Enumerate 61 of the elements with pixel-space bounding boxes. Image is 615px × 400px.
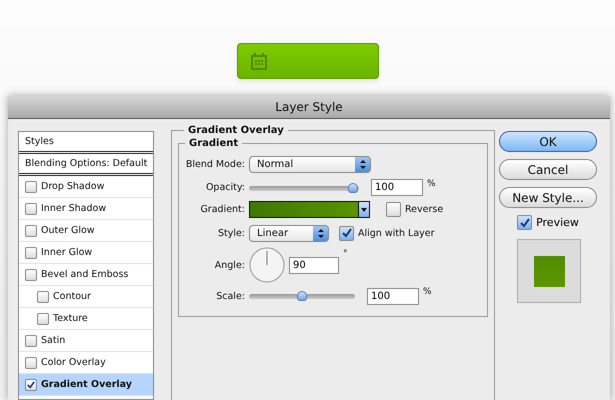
- gradient-picker[interactable]: [249, 201, 370, 218]
- blend-mode-select[interactable]: Normal: [249, 156, 371, 173]
- group-title: Gradient: [188, 138, 240, 149]
- checkbox[interactable]: [37, 290, 49, 302]
- style-label: Inner Shadow: [41, 203, 106, 214]
- checkbox-label: Reverse: [405, 204, 444, 215]
- style-label: Blending Options: Default: [25, 158, 148, 169]
- scale-input[interactable]: 100: [367, 288, 419, 304]
- field-label: Style:: [216, 228, 245, 238]
- slider-thumb[interactable]: [297, 291, 307, 301]
- style-label: Inner Glow: [41, 247, 92, 258]
- field-label: Blend Mode:: [184, 159, 245, 170]
- preview-swatch: [517, 239, 581, 303]
- style-label: Texture: [53, 313, 88, 324]
- window-title: Layer Style: [8, 96, 610, 119]
- checkbox-label: Preview: [536, 216, 579, 229]
- opacity-slider[interactable]: [249, 182, 359, 194]
- checkbox[interactable]: [25, 246, 37, 258]
- checkbox[interactable]: [25, 378, 37, 390]
- stepper-icon: [360, 160, 366, 169]
- checkbox[interactable]: [25, 180, 37, 192]
- field-label: Scale:: [215, 290, 245, 302]
- calendar-icon: [250, 52, 268, 70]
- dialog-button[interactable]: Cancel: [499, 159, 597, 180]
- style-label: Contour: [53, 291, 91, 302]
- stepper-icon: [318, 228, 324, 238]
- checkbox[interactable]: [25, 334, 37, 346]
- unit-label: %: [427, 179, 436, 189]
- style-label: Satin: [41, 335, 66, 346]
- checkbox[interactable]: [517, 215, 532, 230]
- checkbox[interactable]: [37, 312, 49, 324]
- checkbox[interactable]: [386, 202, 401, 217]
- style-label: Drop Shadow: [41, 181, 104, 192]
- style-label: Gradient Overlay: [41, 379, 132, 390]
- checkbox[interactable]: [25, 202, 37, 214]
- section-title: Gradient Overlay: [187, 125, 285, 136]
- field-label: Opacity:: [204, 182, 245, 193]
- dialog-button[interactable]: OK: [499, 131, 597, 152]
- checkbox-label: Align with Layer: [358, 228, 435, 238]
- checkbox[interactable]: [25, 356, 37, 368]
- style-label: Styles: [25, 136, 54, 147]
- style-label: Bevel and Emboss: [41, 269, 128, 280]
- dialog-button[interactable]: New Style...: [499, 187, 597, 208]
- checkbox[interactable]: [25, 268, 37, 280]
- style-label: Outer Glow: [41, 225, 95, 236]
- unit-label: °: [343, 249, 348, 259]
- opacity-input[interactable]: 100: [371, 179, 423, 196]
- angle-input[interactable]: 90: [289, 256, 339, 274]
- field-label: Gradient:: [199, 204, 245, 215]
- style-select[interactable]: Linear: [249, 224, 329, 242]
- scale-slider[interactable]: [249, 290, 355, 302]
- unit-label: %: [423, 287, 432, 297]
- angle-dial[interactable]: [249, 247, 285, 283]
- field-label: Angle:: [214, 260, 245, 270]
- slider-thumb[interactable]: [348, 182, 358, 192]
- style-item[interactable]: Gradient Overlay: [19, 374, 153, 396]
- style-label: Color Overlay: [41, 357, 106, 368]
- caret-icon: [361, 208, 367, 212]
- checkbox[interactable]: [339, 226, 354, 240]
- button-preview[interactable]: [236, 43, 378, 79]
- checkbox[interactable]: [25, 224, 37, 236]
